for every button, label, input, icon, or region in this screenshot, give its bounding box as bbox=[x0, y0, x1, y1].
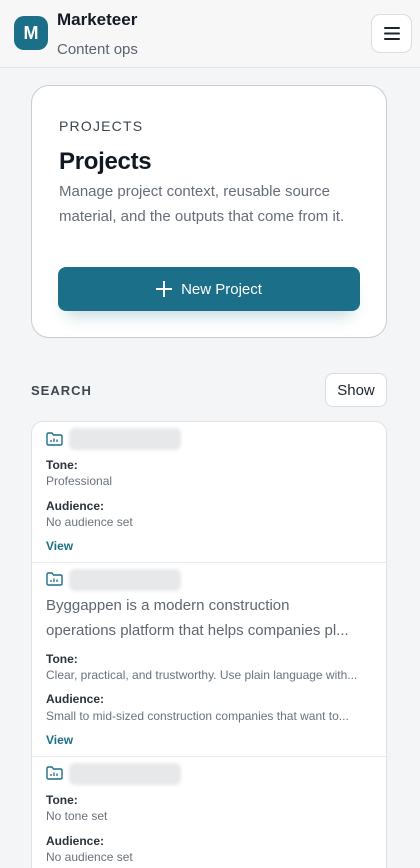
app-subtitle: Content ops bbox=[57, 41, 138, 58]
view-project-link[interactable]: View bbox=[46, 539, 73, 553]
app-logo[interactable]: M bbox=[14, 16, 48, 50]
app-header: M Marketeer Content ops bbox=[0, 0, 420, 68]
audience-label: Audience: bbox=[46, 692, 105, 706]
tone-value: No tone set bbox=[46, 809, 108, 823]
folder-icon bbox=[46, 432, 63, 446]
audience-value: No audience set bbox=[46, 515, 133, 529]
section-eyebrow: PROJECTS bbox=[59, 118, 144, 134]
audience-label: Audience: bbox=[46, 834, 105, 848]
page-title: Projects bbox=[59, 148, 152, 175]
tone-label: Tone: bbox=[46, 458, 78, 472]
audience-value: No audience set bbox=[46, 850, 133, 864]
new-project-button[interactable]: New Project bbox=[58, 267, 360, 311]
project-list: Tone: Professional Audience: No audience… bbox=[31, 421, 387, 868]
project-item: Tone: No tone set Audience: No audience … bbox=[32, 757, 386, 868]
tone-value: Professional bbox=[46, 474, 113, 488]
project-item: Byggappen is a modern construction opera… bbox=[32, 563, 386, 757]
folder-icon bbox=[46, 766, 63, 780]
search-section-label: SEARCH bbox=[31, 383, 92, 398]
folder-icon bbox=[46, 572, 63, 586]
project-name-redacted[interactable] bbox=[69, 569, 181, 591]
audience-label: Audience: bbox=[46, 499, 105, 513]
menu-button[interactable] bbox=[371, 14, 412, 53]
new-project-label: New Project bbox=[181, 280, 262, 298]
project-description: Byggappen is a modern construction opera… bbox=[46, 593, 376, 643]
project-name-redacted[interactable] bbox=[69, 428, 181, 450]
show-search-button[interactable]: Show bbox=[325, 373, 387, 407]
plus-icon bbox=[156, 281, 173, 297]
description-line: Byggappen is a modern construction bbox=[46, 597, 290, 614]
projects-hero-card: PROJECTS Projects Manage project context… bbox=[31, 85, 387, 338]
project-name-redacted[interactable] bbox=[69, 763, 181, 785]
audience-value: Small to mid-sized construction companie… bbox=[46, 709, 349, 723]
app-title: Marketeer bbox=[57, 10, 138, 29]
tone-value: Clear, practical, and trustworthy. Use p… bbox=[46, 668, 358, 682]
view-project-link[interactable]: View bbox=[46, 733, 73, 747]
project-item: Tone: Professional Audience: No audience… bbox=[32, 422, 386, 563]
tone-label: Tone: bbox=[46, 652, 78, 666]
description-line: operations platform that helps companies… bbox=[46, 622, 349, 639]
hamburger-menu-icon bbox=[383, 27, 400, 40]
tone-label: Tone: bbox=[46, 793, 78, 807]
page-description: Manage project context, reusable source … bbox=[59, 183, 345, 225]
